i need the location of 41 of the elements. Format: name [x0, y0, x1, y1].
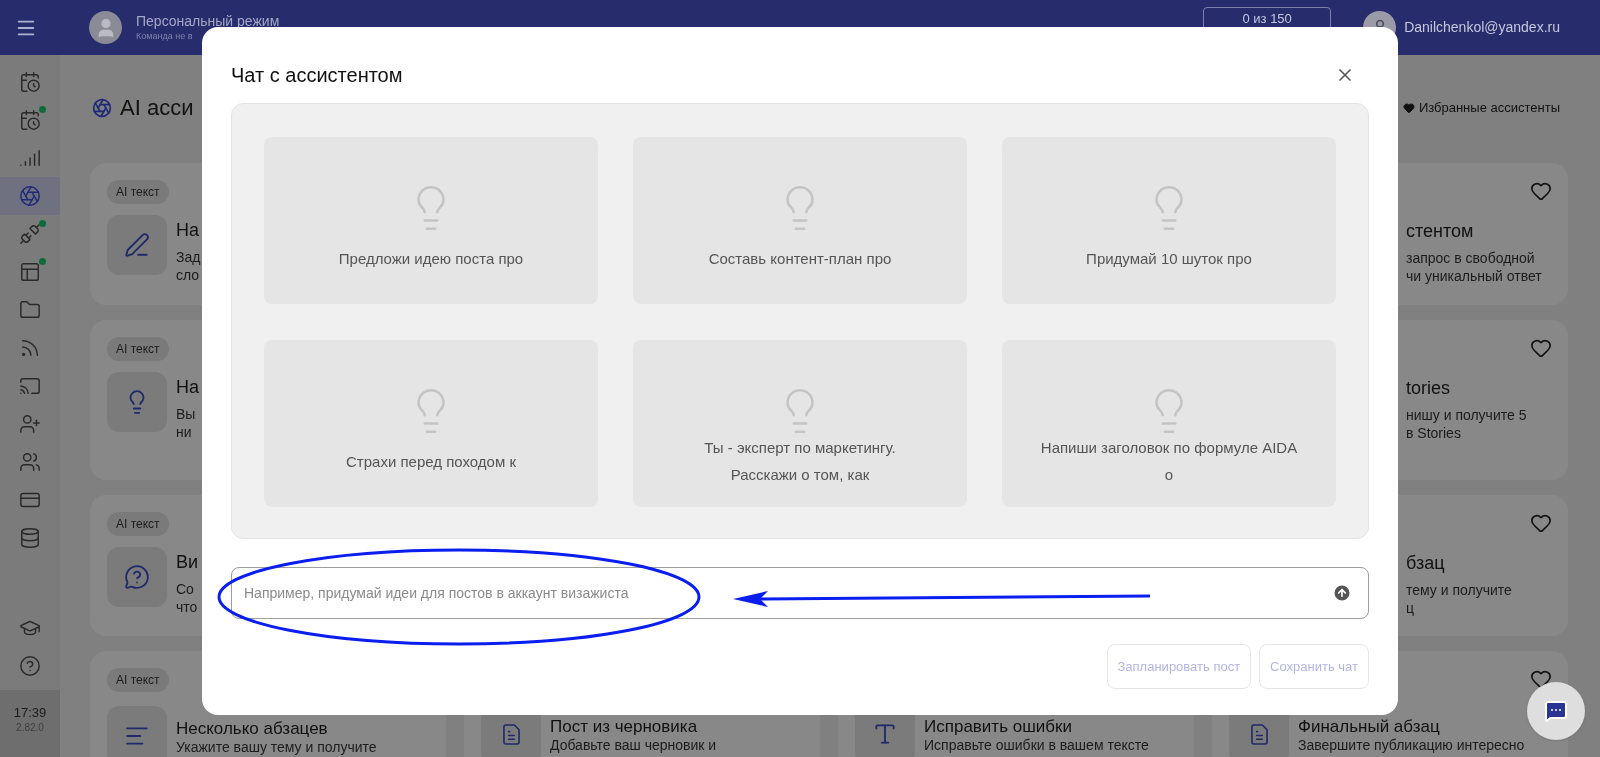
card-title: Финальный абзац [1298, 717, 1441, 736]
page-title: AI асси [120, 94, 194, 122]
category-badge: AI текст [107, 668, 169, 692]
prompt-text: Составь контент-план про [708, 248, 892, 269]
card-description: запрос в свободной [1406, 249, 1536, 267]
card-description: Завершите публикацию интересно [1298, 736, 1525, 754]
card-description: Зад [176, 248, 201, 266]
card-description: Вы [176, 405, 197, 423]
prompt-text: Придумай 10 шуток про [1086, 248, 1252, 269]
card-title: Пост из черновика [550, 717, 699, 736]
dialog-title: Чат с ассистентом [231, 63, 403, 88]
card-description: что [176, 598, 199, 616]
card-description: чи уникальный ответ [1406, 267, 1543, 285]
card-title: бзац [1406, 552, 1446, 575]
card-title: Исправить ошибки [924, 717, 1073, 736]
mode-subtitle: Команда не в [136, 30, 194, 42]
card-description: ни [176, 423, 193, 441]
card-title: На [176, 376, 199, 399]
card-title: Ви [176, 551, 199, 574]
mode-title: Персональный режим [136, 13, 280, 30]
card-title: На [176, 219, 200, 242]
category-badge: AI текст [107, 512, 169, 536]
prompt-text: Страхи перед походом к [346, 451, 516, 472]
category-badge: AI текст [107, 180, 169, 204]
card-description: тему и получите [1406, 581, 1513, 599]
card-description: нишу и получите 5 [1406, 406, 1528, 424]
card-description: в Stories [1406, 424, 1462, 442]
card-description: Добавьте ваш черновик и [550, 736, 717, 754]
card-description: ц [1406, 599, 1416, 617]
card-title: стентом [1406, 220, 1475, 243]
category-badge: AI текст [107, 337, 169, 361]
clock-time: 17:39 [13, 704, 47, 721]
card-description: сло [176, 266, 201, 284]
prompt-text: Предложи идею поста про [338, 248, 524, 269]
prompt-text: Напиши заголовок по формуле AIDA о [1040, 438, 1298, 485]
card-title: tories [1406, 377, 1451, 400]
card-description: Укажите вашу тему и получите [176, 738, 377, 756]
card-description: Исправьте ошибки в вашем тексте [924, 736, 1149, 754]
card-title: Несколько абзацев [176, 719, 329, 738]
card-description: Со [176, 580, 195, 598]
prompt-text: Ты - эксперт по маркетингу. Расскажи о том, как [704, 438, 896, 485]
